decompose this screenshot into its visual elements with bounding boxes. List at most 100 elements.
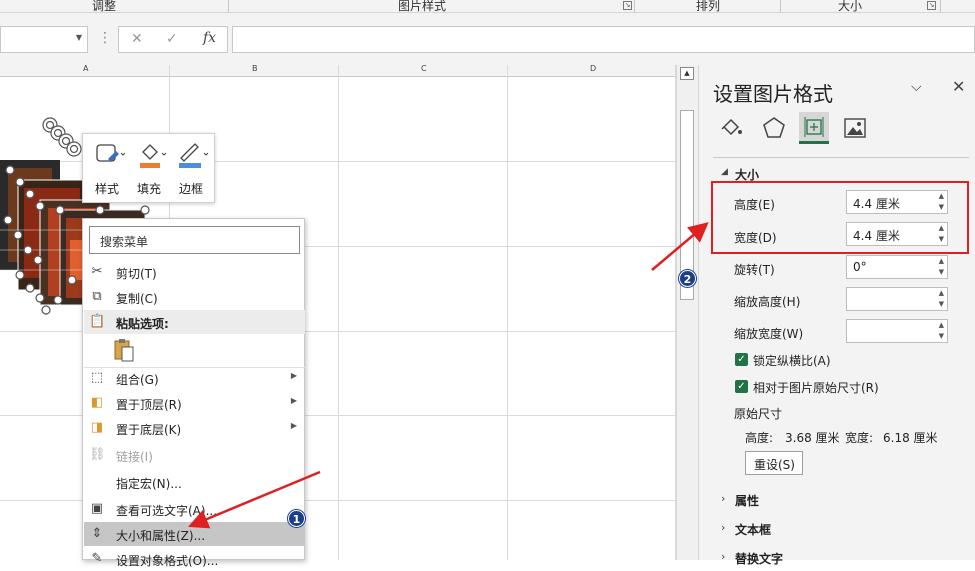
formula-buttons: ✕ ✓ fx xyxy=(118,26,228,53)
menu-item-label: 组合(G) xyxy=(116,373,159,387)
copy-icon: ⧉ xyxy=(92,289,102,304)
original-height-value: 3.68 厘米 xyxy=(785,431,840,445)
lock-ratio-label: 锁定纵横比(A) xyxy=(753,354,831,368)
ribbon-group-size: 大小 xyxy=(838,0,863,13)
menu-item-label: 查看可选文字(A)... xyxy=(116,504,218,518)
ribbon-group-bar: 调整 图片样式 ↘ 排列 大小 ↘ xyxy=(0,0,975,13)
border-button[interactable]: 边框 xyxy=(173,140,211,200)
menu-item-label: 置于顶层(R) xyxy=(116,398,182,412)
rotation-label: 旋转(T) xyxy=(734,263,775,277)
picture-tab-icon[interactable] xyxy=(843,117,867,139)
menu-search-placeholder: 搜索菜单 xyxy=(100,235,149,249)
reset-button[interactable]: 重设(S) xyxy=(745,451,803,475)
grid-line xyxy=(338,65,339,560)
effects-pentagon-tab-icon[interactable] xyxy=(761,115,787,141)
scale-height-label: 缩放高度(H) xyxy=(734,295,801,309)
original-width-label: 宽度: xyxy=(845,431,874,445)
relative-size-checkbox[interactable]: ✓ xyxy=(735,380,748,393)
section-alt-text-header[interactable]: 替换文字 xyxy=(735,550,783,567)
menu-item-paste-options: 📋 粘贴选项: xyxy=(84,310,305,334)
style-label: 样式 xyxy=(95,182,120,196)
format-object-icon: ✎ xyxy=(91,551,103,566)
ribbon-separator xyxy=(634,0,635,13)
menu-item-format-object[interactable]: ✎ 设置对象格式(O)... xyxy=(84,547,305,571)
scissors-icon: ✂ xyxy=(91,264,103,279)
menu-item-bring-to-front[interactable]: ◧ 置于顶层(R) ▶ xyxy=(84,391,305,415)
clipboard-icon: 📋 xyxy=(89,314,106,329)
original-size-label: 原始尺寸 xyxy=(734,407,783,421)
menu-item-label: 置于底层(K) xyxy=(116,423,182,437)
original-height-label: 高度: xyxy=(745,431,774,445)
ribbon-group-picture-styles: 图片样式 xyxy=(398,0,447,13)
scale-width-spinner[interactable]: ▲ ▼ xyxy=(846,319,948,343)
name-box[interactable]: ▼ xyxy=(0,26,88,53)
chevron-down-icon[interactable]: ▼ xyxy=(76,33,82,42)
menu-item-cut[interactable]: ✂ 剪切(T) xyxy=(84,260,305,284)
border-pen-icon xyxy=(179,143,209,168)
ribbon-separator xyxy=(228,0,229,13)
fill-button[interactable]: 填充 xyxy=(131,140,169,200)
menu-item-label: 设置对象格式(O)... xyxy=(116,554,219,568)
spin-down-icon[interactable]: ▼ xyxy=(939,300,944,308)
enter-icon[interactable]: ✓ xyxy=(166,31,178,47)
chevron-right-icon: ▶ xyxy=(290,371,297,380)
rotation-value: 0° xyxy=(853,260,867,274)
scale-width-label: 缩放宽度(W) xyxy=(734,327,804,341)
chevron-right-icon[interactable]: › xyxy=(721,492,725,505)
column-header-d[interactable]: D xyxy=(590,64,596,73)
pane-title: 设置图片格式 xyxy=(713,82,833,106)
ribbon-separator xyxy=(780,0,781,13)
size-properties-icon: ⇕ xyxy=(91,526,103,541)
menu-item-link: ⛓ 链接(I) xyxy=(84,443,305,467)
highlight-box xyxy=(711,181,969,254)
column-header-c[interactable]: C xyxy=(421,64,427,73)
lock-ratio-checkbox[interactable]: ✓ xyxy=(735,353,748,366)
menu-item-send-to-back[interactable]: ◨ 置于底层(K) ▶ xyxy=(84,416,305,440)
scale-height-spinner[interactable]: ▲ ▼ xyxy=(846,287,948,311)
chevron-down-icon[interactable]: ◢ xyxy=(721,167,728,177)
chevron-right-icon[interactable]: › xyxy=(721,550,725,563)
chevron-right-icon: ▶ xyxy=(290,396,297,405)
paste-clipboard-icon xyxy=(114,339,134,362)
spin-up-icon[interactable]: ▲ xyxy=(939,289,944,297)
group-icon: ⬚ xyxy=(90,370,104,385)
section-properties-header[interactable]: 属性 xyxy=(735,492,759,509)
cancel-icon[interactable]: ✕ xyxy=(131,31,143,47)
style-button[interactable]: 样式 xyxy=(89,140,127,200)
section-textbox-header[interactable]: 文本框 xyxy=(735,521,771,538)
menu-item-label: 指定宏(N)... xyxy=(116,477,182,491)
chevron-right-icon[interactable]: › xyxy=(721,521,725,534)
formula-bar-dots-icon[interactable]: ⋮ xyxy=(98,30,112,46)
insert-function-icon[interactable]: fx xyxy=(203,30,216,46)
menu-item-group[interactable]: ⬚ 组合(G) ▶ xyxy=(84,366,305,390)
pane-divider xyxy=(713,157,969,158)
paste-picture-button[interactable] xyxy=(113,337,137,363)
close-icon[interactable]: ✕ xyxy=(952,77,965,96)
menu-search-input[interactable]: 搜索菜单 xyxy=(89,226,300,254)
spin-up-icon[interactable]: ▲ xyxy=(939,321,944,329)
chevron-right-icon: ▶ xyxy=(290,421,297,430)
ribbon-group-arrange: 排列 xyxy=(696,0,721,13)
menu-item-size-and-properties[interactable]: ⇕ 大小和属性(Z)... xyxy=(84,522,305,546)
picture-styles-launcher-icon[interactable]: ↘ xyxy=(623,1,632,10)
menu-item-label: 链接(I) xyxy=(116,450,153,464)
size-properties-tab[interactable] xyxy=(799,112,829,144)
column-header-a[interactable]: A xyxy=(83,64,88,73)
column-header-b[interactable]: B xyxy=(252,64,258,73)
context-menu: 搜索菜单 ✂ 剪切(T) ⧉ 复制(C) 📋 粘贴选项: ⬚ 组合(G) ▶ ◧… xyxy=(82,218,305,568)
menu-item-alt-text[interactable]: ▣ 查看可选文字(A)... xyxy=(84,497,305,521)
spin-up-icon[interactable]: ▲ xyxy=(939,257,944,265)
rotation-spinner[interactable]: 0° ▲ ▼ xyxy=(846,255,948,279)
size-launcher-icon[interactable]: ↘ xyxy=(927,1,936,10)
formula-input[interactable] xyxy=(232,26,975,53)
step-badge-2: 2 xyxy=(679,270,696,287)
ribbon-group-adjust: 调整 xyxy=(92,0,117,13)
spin-down-icon[interactable]: ▼ xyxy=(939,268,944,276)
spin-down-icon[interactable]: ▼ xyxy=(939,332,944,340)
menu-item-assign-macro[interactable]: 指定宏(N)... xyxy=(84,470,305,494)
scroll-up-arrow-icon[interactable]: ▲ xyxy=(680,67,694,80)
fill-line-tab-icon[interactable] xyxy=(719,115,745,141)
menu-item-copy[interactable]: ⧉ 复制(C) xyxy=(84,285,305,309)
pane-options-chevron-icon[interactable]: ⌵ xyxy=(911,79,922,95)
reset-button-label: 重设(S) xyxy=(754,458,795,472)
